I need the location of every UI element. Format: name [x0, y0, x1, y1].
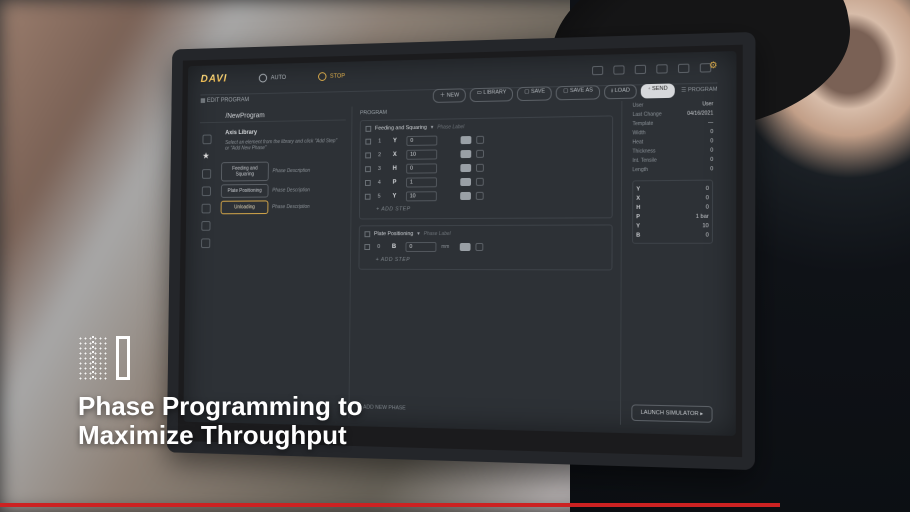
axis-library-title: Axis Library	[200, 124, 346, 136]
top-icon[interactable]	[613, 65, 624, 74]
user-icon[interactable]: ⚙	[709, 60, 717, 72]
rail-icon[interactable]	[201, 238, 210, 248]
mode-stop[interactable]: STOP	[318, 72, 346, 81]
chevron-down-icon[interactable]: ▾	[417, 231, 420, 237]
phase-group: Feeding and Squaring ▾ Phase Label 1Y0 2…	[359, 115, 613, 219]
rail-icon[interactable]	[202, 186, 211, 196]
save-button[interactable]: ▢ SAVE	[517, 86, 552, 101]
library-item[interactable]: Feeding and Squaring Phase Description	[221, 161, 342, 182]
edit-program-label: ▦ EDIT PROGRAM	[200, 96, 249, 104]
promo-text: Phase Programming to Maximize Throughput	[78, 392, 363, 450]
library-item[interactable]: Plate Positioning Phase Description	[221, 183, 342, 198]
phase-label-input[interactable]: Phase Label	[437, 124, 464, 130]
step-value-input[interactable]: 0	[405, 242, 436, 252]
phase-title[interactable]: Plate Positioning	[374, 231, 413, 237]
add-step-button[interactable]: + ADD STEP	[362, 254, 608, 266]
step-value-input[interactable]: 10	[406, 191, 437, 201]
top-icon[interactable]	[592, 66, 603, 75]
brand-logo: DAVI	[201, 73, 228, 85]
axis-library-hint: Select an element from the library and c…	[200, 138, 346, 156]
top-icon-row	[592, 63, 711, 75]
step-delete-button[interactable]	[476, 136, 484, 144]
phase-checkbox[interactable]	[364, 231, 370, 237]
step-value-input[interactable]: 0	[406, 136, 437, 146]
top-icon[interactable]	[678, 64, 689, 74]
mode-auto[interactable]: AUTO	[259, 73, 286, 82]
phase-title[interactable]: Feeding and Squaring	[375, 125, 427, 132]
phase-group: Plate Positioning ▾ Phase Label 0B0mm + …	[358, 224, 612, 270]
phase-checkbox[interactable]	[365, 126, 371, 132]
step-apply-button[interactable]	[461, 136, 472, 144]
rail-icon[interactable]	[201, 221, 210, 231]
program-tab[interactable]: ☰ PROGRAM	[681, 86, 717, 93]
axis-summary: Y0 X0 H0 P1 bar Y10 B0	[632, 180, 713, 244]
program-name: /NewProgram	[200, 107, 346, 123]
top-icon[interactable]	[635, 65, 646, 74]
rail-icon[interactable]	[202, 169, 211, 179]
icon-rail: ★	[196, 110, 214, 415]
accent-bar	[0, 503, 780, 507]
chevron-down-icon[interactable]: ▾	[431, 125, 434, 131]
new-button[interactable]: ＋ NEW	[433, 88, 466, 103]
saveas-button[interactable]: ▢ SAVE AS	[556, 85, 600, 100]
load-button[interactable]: ⭳ LOAD	[604, 84, 637, 99]
launch-simulator-button[interactable]: LAUNCH SIMULATOR ▸	[631, 404, 712, 422]
rail-icon[interactable]	[202, 204, 211, 214]
step-value-input[interactable]: 0	[406, 163, 437, 173]
library-item-active[interactable]: Unloading Phase Description	[221, 200, 342, 214]
step-value-input[interactable]: 10	[406, 149, 437, 159]
phase-label-input[interactable]: Phase Label	[424, 231, 451, 237]
send-button[interactable]: ◦ SEND	[641, 83, 675, 98]
step-row: 0B0mm	[362, 240, 608, 254]
add-phase-button[interactable]: + ADD NEW PHASE	[357, 402, 408, 413]
top-icon[interactable]	[656, 64, 667, 73]
step-value-input[interactable]: 1	[406, 177, 437, 187]
rail-icon[interactable]	[202, 135, 211, 145]
star-icon[interactable]: ★	[202, 152, 211, 162]
library-button[interactable]: ▭ LIBRARY	[470, 87, 514, 102]
add-step-button[interactable]: + ADD STEP	[363, 202, 609, 215]
promo-icon	[78, 336, 130, 380]
